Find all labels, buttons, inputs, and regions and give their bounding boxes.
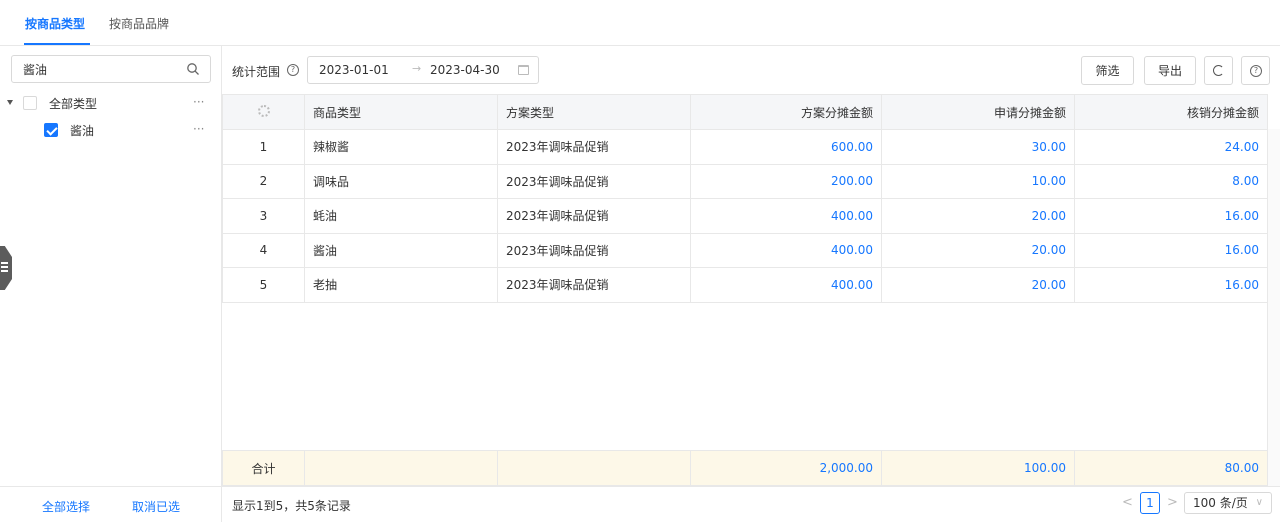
column-header[interactable]: 商品类型: [304, 94, 498, 130]
help-button[interactable]: ?: [1241, 56, 1270, 85]
cell-category: 蚝油: [304, 198, 498, 234]
table-row[interactable]: 1 辣椒酱 2023年调味品促销 600.00 30.00 24.00: [222, 129, 1268, 165]
refresh-button[interactable]: [1204, 56, 1233, 85]
row-index: 5: [222, 267, 305, 303]
cell-plan-amount[interactable]: 400.00: [690, 267, 882, 303]
cell-plan-type: 2023年调味品促销: [497, 129, 691, 165]
column-settings-header[interactable]: [222, 94, 305, 130]
total-verify-amount: 80.00: [1074, 450, 1268, 486]
table-row[interactable]: 2 调味品 2023年调味品促销 200.00 10.00 8.00: [222, 163, 1268, 199]
totals-table: 合计 2,000.00 100.00 80.00: [222, 450, 1268, 486]
cell-category: 酱油: [304, 232, 498, 268]
totals-empty-cell: [497, 450, 691, 486]
tree-label-all: 全部类型: [49, 97, 98, 111]
gear-icon[interactable]: [257, 104, 270, 117]
help-icon: ?: [1250, 65, 1262, 77]
cell-apply-amount[interactable]: 20.00: [881, 198, 1075, 234]
data-table: 商品类型 方案类型 方案分摊金额 申请分摊金额 核销分摊金额 1 辣椒酱 202…: [222, 94, 1268, 303]
more-options-icon[interactable]: ···: [193, 122, 204, 136]
next-page-button[interactable]: >: [1167, 495, 1178, 510]
sidebar-footer: 全部选择 取消已选: [0, 486, 222, 522]
category-search-input[interactable]: [12, 56, 172, 82]
pagination-bar: 显示1到5，共5条记录 < 1 > 100 条/页 ∨: [222, 486, 1280, 522]
cell-verify-amount[interactable]: 16.00: [1074, 198, 1268, 234]
total-plan-amount: 2,000.00: [690, 450, 882, 486]
page-size-select[interactable]: 100 条/页 ∨: [1184, 492, 1272, 514]
report-toolbar: 统计范围 ? 2023-01-01 → 2023-04-30 筛选 导出 ?: [222, 46, 1280, 94]
arrow-right-icon: →: [412, 62, 422, 75]
deselect-link[interactable]: 取消已选: [132, 498, 180, 515]
category-sidebar: 全部类型 ··· 酱油 ··· 全部选择 取消已选: [0, 46, 222, 522]
row-index: 3: [222, 198, 305, 234]
cell-plan-amount[interactable]: 600.00: [690, 129, 882, 165]
cell-category: 老抽: [304, 267, 498, 303]
category-search: [11, 55, 211, 83]
table-row[interactable]: 4 酱油 2023年调味品促销 400.00 20.00 16.00: [222, 232, 1268, 268]
chevron-down-icon: ∨: [1255, 497, 1263, 508]
cell-verify-amount[interactable]: 16.00: [1074, 232, 1268, 268]
cell-apply-amount[interactable]: 10.00: [881, 163, 1075, 199]
cell-verify-amount[interactable]: 16.00: [1074, 267, 1268, 303]
tree-checkbox-all[interactable]: [23, 96, 37, 110]
cell-plan-amount[interactable]: 400.00: [690, 232, 882, 268]
row-index: 1: [222, 129, 305, 165]
column-header[interactable]: 方案分摊金额: [690, 94, 882, 130]
column-header[interactable]: 方案类型: [497, 94, 691, 130]
select-all-link[interactable]: 全部选择: [42, 498, 90, 515]
refresh-icon: [1213, 65, 1224, 76]
date-end[interactable]: 2023-04-30: [430, 63, 500, 77]
cell-apply-amount[interactable]: 20.00: [881, 232, 1075, 268]
search-icon[interactable]: [186, 62, 200, 76]
column-header[interactable]: 核销分摊金额: [1074, 94, 1268, 130]
export-button[interactable]: 导出: [1144, 56, 1196, 85]
totals-empty-cell: [304, 450, 498, 486]
cell-plan-type: 2023年调味品促销: [497, 267, 691, 303]
column-header[interactable]: 申请分摊金额: [881, 94, 1075, 130]
table-header-row: 商品类型 方案类型 方案分摊金额 申请分摊金额 核销分摊金额: [222, 94, 1268, 130]
filter-button[interactable]: 筛选: [1081, 56, 1134, 85]
collapse-handle-icon[interactable]: [0, 246, 12, 290]
cell-plan-type: 2023年调味品促销: [497, 163, 691, 199]
table-row[interactable]: 5 老抽 2023年调味品促销 400.00 20.00 16.00: [222, 267, 1268, 303]
date-range-picker[interactable]: 2023-01-01 → 2023-04-30: [307, 56, 539, 84]
more-options-icon[interactable]: ···: [193, 95, 204, 109]
table-row[interactable]: 3 蚝油 2023年调味品促销 400.00 20.00 16.00: [222, 198, 1268, 234]
page-size-value: 100 条/页: [1193, 496, 1248, 510]
cell-plan-amount[interactable]: 200.00: [690, 163, 882, 199]
tree-label-soy-sauce: 酱油: [70, 124, 95, 138]
cell-verify-amount[interactable]: 8.00: [1074, 163, 1268, 199]
cell-apply-amount[interactable]: 20.00: [881, 267, 1075, 303]
vertical-scrollbar[interactable]: [1267, 129, 1280, 486]
cell-apply-amount[interactable]: 30.00: [881, 129, 1075, 165]
totals-label: 合计: [222, 450, 305, 486]
tree-node-soy-sauce[interactable]: 酱油 ···: [0, 122, 222, 144]
page-number-button[interactable]: 1: [1140, 492, 1160, 514]
range-label-text: 统计范围: [232, 65, 281, 79]
prev-page-button[interactable]: <: [1122, 495, 1133, 510]
cell-plan-type: 2023年调味品促销: [497, 232, 691, 268]
data-grid: 商品类型 方案类型 方案分摊金额 申请分摊金额 核销分摊金额 1 辣椒酱 202…: [222, 94, 1280, 486]
row-index: 4: [222, 232, 305, 268]
total-apply-amount: 100.00: [881, 450, 1075, 486]
cell-category: 调味品: [304, 163, 498, 199]
record-summary: 显示1到5，共5条记录: [232, 499, 351, 513]
cell-plan-type: 2023年调味品促销: [497, 198, 691, 234]
tree-node-all[interactable]: 全部类型 ···: [0, 95, 222, 117]
range-label: 统计范围 ?: [232, 63, 299, 80]
active-tab-indicator: [24, 43, 90, 45]
top-tab-bar: 按商品类型 按商品品牌: [0, 0, 1280, 46]
calendar-icon[interactable]: [518, 65, 529, 75]
expand-caret-icon[interactable]: [7, 100, 13, 105]
row-index: 2: [222, 163, 305, 199]
cell-category: 辣椒酱: [304, 129, 498, 165]
tree-checkbox-soy-sauce[interactable]: [44, 123, 58, 137]
help-icon[interactable]: ?: [287, 64, 299, 76]
tab-by-brand[interactable]: 按商品品牌: [109, 15, 169, 32]
totals-row: 合计 2,000.00 100.00 80.00: [222, 450, 1268, 486]
cell-verify-amount[interactable]: 24.00: [1074, 129, 1268, 165]
tab-by-category[interactable]: 按商品类型: [25, 15, 85, 32]
cell-plan-amount[interactable]: 400.00: [690, 198, 882, 234]
date-start[interactable]: 2023-01-01: [319, 63, 389, 77]
